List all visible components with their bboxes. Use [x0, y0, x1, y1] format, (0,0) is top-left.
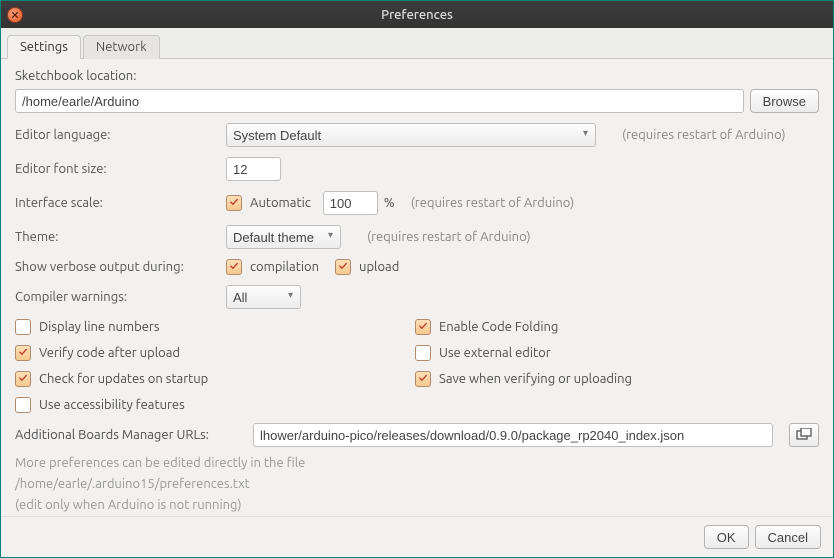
- settings-panel: Sketchbook location: Browse Editor langu…: [1, 59, 833, 516]
- interface-scale-auto-checkbox[interactable]: [226, 195, 242, 211]
- sketchbook-location-input[interactable]: [15, 89, 744, 113]
- display-line-numbers-checkbox[interactable]: [15, 319, 31, 335]
- verbose-upload-checkbox[interactable]: [335, 259, 351, 275]
- dialog-button-bar: OK Cancel: [1, 516, 833, 557]
- editor-language-note: (requires restart of Arduino): [622, 128, 786, 142]
- boards-urls-label: Additional Boards Manager URLs:: [15, 428, 247, 442]
- tab-settings[interactable]: Settings: [7, 35, 81, 59]
- editor-font-size-label: Editor font size:: [15, 162, 220, 176]
- theme-note: (requires restart of Arduino): [367, 230, 531, 244]
- boards-urls-input[interactable]: [253, 423, 773, 447]
- percent-label: %: [384, 196, 395, 210]
- interface-scale-auto-label: Automatic: [250, 196, 311, 210]
- verify-after-upload-label: Verify code after upload: [39, 346, 180, 360]
- boards-urls-edit-button[interactable]: [789, 423, 819, 447]
- save-when-verify-label: Save when verifying or uploading: [439, 372, 632, 386]
- interface-scale-input: [323, 191, 378, 215]
- verbose-compilation-checkbox[interactable]: [226, 259, 242, 275]
- compiler-warnings-label: Compiler warnings:: [15, 290, 220, 304]
- window-title: Preferences: [1, 8, 833, 22]
- enable-code-folding-checkbox[interactable]: [415, 319, 431, 335]
- use-external-editor-label: Use external editor: [439, 346, 551, 360]
- enable-code-folding-label: Enable Code Folding: [439, 320, 558, 334]
- verify-after-upload-checkbox[interactable]: [15, 345, 31, 361]
- accessibility-label: Use accessibility features: [39, 398, 185, 412]
- display-line-numbers-label: Display line numbers: [39, 320, 159, 334]
- save-when-verify-checkbox[interactable]: [415, 371, 431, 387]
- verbose-upload-label: upload: [359, 260, 399, 274]
- close-icon: [11, 11, 19, 19]
- verbose-compilation-label: compilation: [250, 260, 319, 274]
- use-external-editor-checkbox[interactable]: [415, 345, 431, 361]
- sketchbook-label: Sketchbook location:: [15, 69, 819, 83]
- interface-scale-note: (requires restart of Arduino): [411, 196, 575, 210]
- cancel-button[interactable]: Cancel: [755, 525, 821, 549]
- editor-language-select[interactable]: System Default: [226, 123, 596, 147]
- verbose-label: Show verbose output during:: [15, 260, 220, 274]
- footer-line1: More preferences can be edited directly …: [15, 453, 819, 474]
- close-button[interactable]: [7, 7, 23, 23]
- editor-font-size-input[interactable]: [226, 157, 281, 181]
- interface-scale-label: Interface scale:: [15, 196, 220, 210]
- tabbar: Settings Network: [1, 28, 833, 59]
- footer-note: More preferences can be edited directly …: [15, 453, 819, 515]
- editor-language-label: Editor language:: [15, 128, 220, 142]
- ok-button[interactable]: OK: [704, 525, 749, 549]
- titlebar: Preferences: [0, 0, 834, 28]
- browse-button[interactable]: Browse: [750, 89, 819, 113]
- compiler-warnings-select[interactable]: All: [226, 285, 301, 309]
- tab-network[interactable]: Network: [83, 35, 160, 59]
- check-updates-checkbox[interactable]: [15, 371, 31, 387]
- check-updates-label: Check for updates on startup: [39, 372, 208, 386]
- theme-label: Theme:: [15, 230, 220, 244]
- footer-line2: /home/earle/.arduino15/preferences.txt: [15, 474, 819, 495]
- accessibility-checkbox[interactable]: [15, 397, 31, 413]
- window-list-icon: [796, 428, 812, 442]
- theme-select[interactable]: Default theme: [226, 225, 341, 249]
- footer-line3: (edit only when Arduino is not running): [15, 495, 819, 516]
